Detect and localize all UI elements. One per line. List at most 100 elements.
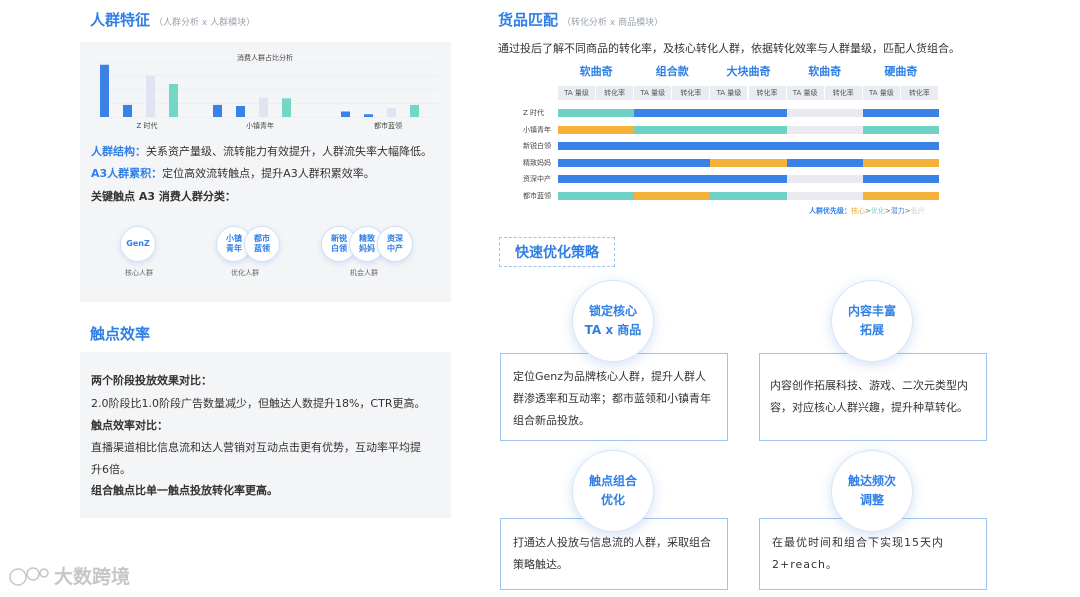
chart-bar: [146, 75, 155, 117]
chart-x-label: 都市蓝领: [374, 121, 402, 130]
efficiency-text-1: 直播渠道相比信息流和达人营销对互动点击更有优势，互动率平均提: [91, 441, 421, 454]
chart-bar: [123, 104, 132, 117]
row-label: 资深中产: [523, 175, 551, 184]
matrix-cell: [558, 158, 597, 167]
matrix-cell: [748, 142, 788, 151]
section-title-touchpoint: 触点效率: [90, 325, 151, 343]
matrix-cell: [596, 125, 635, 134]
matrix-cell: [862, 109, 902, 117]
chart-canvas: Z 时代 小镇青年 都市蓝领: [92, 61, 438, 130]
matrix-cell: [710, 192, 749, 200]
matrix-cell: [710, 158, 749, 167]
column-header: 转化率: [596, 86, 634, 100]
stage-compare-heading: 两个阶段投放效果对比：: [91, 374, 212, 387]
matrix-cell: [672, 158, 711, 167]
matrix-cell: [672, 142, 711, 151]
chart-bar: [410, 104, 419, 117]
audience-bubble: GenZ: [120, 226, 156, 262]
matrix-cell: [748, 192, 788, 200]
legend-item: 核心: [851, 207, 865, 215]
product-intro: 通过投后了解不同商品的转化率，及核心转化人群，依据转化效率与人群量级，匹配人货组…: [498, 42, 960, 55]
matrix-cell: [862, 175, 902, 184]
column-header: TA 量级: [558, 86, 596, 100]
efficiency-heading: 触点效率对比：: [91, 419, 168, 432]
matrix-cell: [900, 158, 940, 167]
section-title-product: 货品匹配 （转化分析 x 商品模块）: [498, 11, 664, 29]
product-name: 硬曲奇: [884, 65, 918, 78]
matrix-cell: [634, 142, 673, 151]
circle-4-text: 触达频次 调整: [847, 474, 896, 507]
chart-bar: [282, 98, 291, 117]
matrix-cell: [786, 109, 826, 117]
chart-bar: [364, 114, 373, 117]
row-label: Z 时代: [523, 109, 545, 117]
matrix-cell: [596, 158, 635, 167]
column-header: TA 量级: [786, 86, 824, 100]
card-2-text: 内容创作拓展科技、游戏、二次元类型内容，对应核心人群兴趣，提升种草转化。: [770, 379, 968, 414]
matrix-cell: [558, 109, 597, 117]
section-subtitle: （转化分析 x 商品模块）: [562, 18, 664, 28]
matrix-cell: [596, 175, 635, 184]
a3-accumulation-line: A3人群累积：定位高效流转触点，提升A3人群积累效率。: [91, 165, 375, 181]
strategy-title-box: 快速优化策略: [499, 237, 615, 267]
column-header: 转化率: [824, 86, 862, 100]
chart-bar: [236, 106, 245, 117]
product-name: 大块曲奇: [726, 65, 771, 78]
row-label: 都市蓝领: [523, 192, 551, 200]
matrix-cell: [672, 175, 711, 184]
a3-label: A3人群累积：: [91, 167, 163, 180]
matrix-cell: [824, 109, 864, 117]
matrix-cell: [824, 125, 864, 134]
combination-note: 组合触点比单一触点投放转化率更高。: [91, 484, 278, 497]
audience-chart: 消费人群占比分析 Z 时代 小镇青年 都市蓝领: [90, 50, 440, 135]
column-header: 转化率: [672, 86, 710, 100]
chart-bar: [387, 108, 396, 117]
row-label: 小镇青年: [523, 125, 551, 134]
watermark-logo-icon: [9, 566, 49, 586]
matrix-cell: [786, 125, 826, 134]
matrix-cell: [672, 109, 711, 117]
product-name: 软曲奇: [808, 65, 842, 78]
matrix-cell: [748, 158, 788, 167]
a3-text: 定位高效流转触点，提升A3人群积累效率。: [162, 167, 375, 180]
matrix-cell: [824, 158, 864, 167]
chart-bar: [213, 104, 222, 117]
matrix-cell: [596, 142, 635, 151]
chart-bar: [259, 97, 268, 117]
matrix-cell: [900, 175, 940, 184]
strategy-title: 快速优化策略: [515, 245, 599, 261]
legend-label: 人群优先级：: [809, 207, 851, 215]
structure-label: 人群结构：: [91, 145, 146, 158]
circle-2-text: 内容丰富 拓展: [847, 304, 896, 337]
matrix-cell: [824, 192, 864, 200]
strategy-circle-1: 锁定核心 TA x 商品: [572, 280, 654, 362]
chart-bar: [169, 84, 178, 117]
matrix-cell: [748, 125, 788, 134]
card-3-text: 打通达人投放与信息流的人群，采取组合策略触达。: [513, 536, 711, 571]
audience-group-caption: 优化人群: [231, 269, 259, 277]
matrix-cell: [786, 175, 826, 184]
chart-bar: [100, 64, 109, 117]
strategy-circle-2: 内容丰富 拓展: [831, 280, 913, 362]
matrix-cell: [900, 125, 940, 134]
matrix-cell: [748, 175, 788, 184]
efficiency-text-2: 升6倍。: [91, 463, 131, 476]
matrix-cell: [558, 125, 597, 134]
matrix-cell: [596, 192, 635, 200]
product-name: 软曲奇: [579, 65, 613, 78]
chart-x-label: Z 时代: [136, 121, 157, 130]
audience-structure-line: 人群结构：关系资产量级、流转能力有效提升，人群流失率大幅降低。: [91, 143, 432, 159]
strategy-card-1: 定位Genz为品牌核心人群，提升人群人群渗透率和互动率；都市蓝领和小镇青年组合新…: [500, 353, 728, 441]
matrix-cell: [900, 109, 940, 117]
row-label: 新锐白领: [523, 142, 551, 151]
matrix-cell: [862, 142, 902, 151]
matrix-cell: [634, 192, 673, 200]
matrix-cell: [900, 192, 940, 200]
column-header: TA 量级: [634, 86, 672, 100]
watermark: 大数跨境: [8, 562, 130, 589]
matrix-cell: [748, 109, 788, 117]
matrix-cell: [558, 192, 597, 200]
matrix-cell: [710, 142, 749, 151]
matrix-cell: [672, 192, 711, 200]
matrix-cell: [558, 142, 597, 151]
